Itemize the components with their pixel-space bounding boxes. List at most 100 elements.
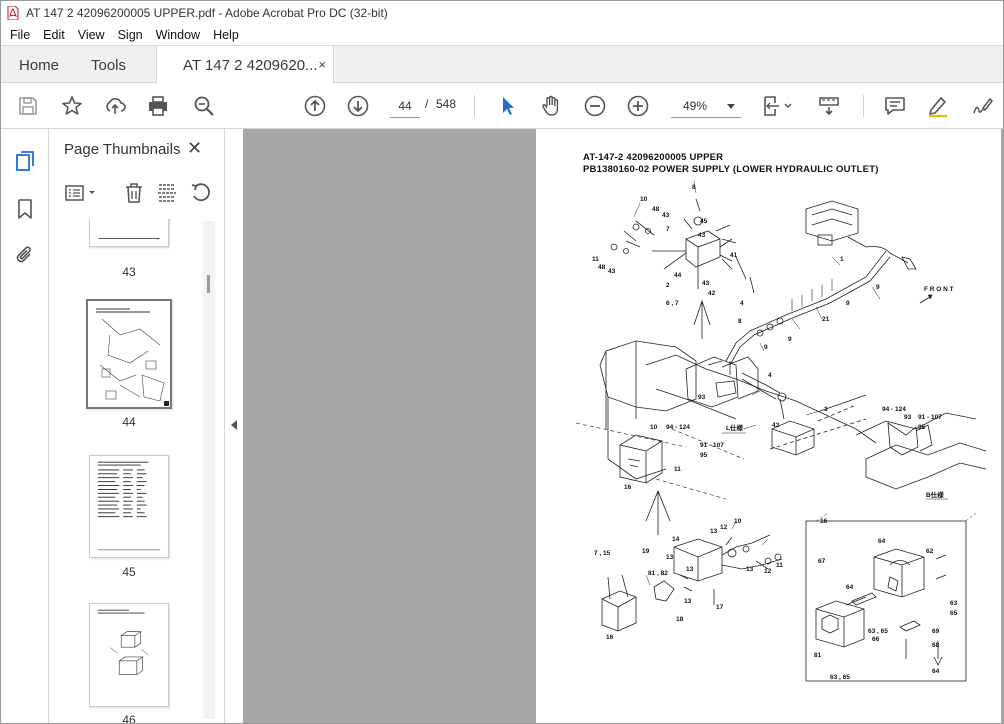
- thumbnail-page-46[interactable]: [89, 603, 169, 707]
- callout: 9: [788, 336, 792, 343]
- callout: 94 - 124: [666, 424, 690, 431]
- zoom-in-icon[interactable]: [625, 93, 651, 119]
- menu-view[interactable]: View: [78, 28, 105, 42]
- panel-title: Page Thumbnails: [64, 141, 181, 158]
- callout: 4: [740, 300, 744, 307]
- callout: 11: [776, 562, 783, 569]
- print-icon[interactable]: [145, 93, 171, 119]
- callout: 43: [772, 422, 780, 429]
- menu-help[interactable]: Help: [213, 28, 239, 42]
- thumbnail-scrollbar[interactable]: [203, 221, 215, 719]
- menu-window[interactable]: Window: [156, 28, 200, 42]
- attachments-icon[interactable]: [13, 243, 37, 267]
- callout: 4: [768, 372, 772, 379]
- main-toolbar: 44 / 548 49%: [1, 83, 1003, 129]
- callout: 64: [878, 538, 886, 545]
- zoom-level-value: 49%: [683, 99, 708, 113]
- callout: 42: [708, 290, 716, 297]
- callout: 81: [814, 652, 822, 659]
- tab-bar: Home Tools AT 147 2 4209620... ×: [1, 45, 1003, 84]
- page-number-input[interactable]: 44: [390, 94, 420, 118]
- save-icon[interactable]: [15, 93, 41, 119]
- page-separator: /: [425, 97, 429, 111]
- callout: 45: [700, 218, 708, 225]
- delete-page-icon[interactable]: [122, 181, 146, 205]
- callout: 95: [700, 452, 708, 459]
- callout: 12: [720, 524, 728, 531]
- callout: 62: [926, 548, 934, 555]
- spec-label-b: B仕様: [926, 490, 944, 499]
- callout: 13: [686, 566, 694, 573]
- callout: 93: [904, 414, 912, 421]
- callout: 91 - 107: [700, 442, 724, 449]
- page-up-icon[interactable]: [302, 93, 328, 119]
- callout: 12: [764, 568, 772, 575]
- callout: 13: [710, 528, 718, 535]
- acrobat-pdf-icon: [7, 5, 19, 21]
- highlight-pen-icon[interactable]: [925, 93, 951, 119]
- callout: 19: [642, 548, 650, 555]
- callout: 68: [932, 642, 940, 649]
- select-cursor-icon[interactable]: [495, 93, 521, 119]
- tab-tools[interactable]: Tools: [91, 46, 126, 84]
- page-down-icon[interactable]: [345, 93, 371, 119]
- callout: 13: [684, 598, 692, 605]
- thumbnail-options-icon[interactable]: [63, 181, 99, 205]
- callout: 43: [608, 268, 616, 275]
- scrollbar-thumb[interactable]: [207, 275, 210, 293]
- callout: 7 , 15: [594, 550, 611, 557]
- callout: 9: [876, 284, 880, 291]
- hand-icon[interactable]: [538, 93, 564, 119]
- tab-close-icon[interactable]: ×: [318, 57, 326, 72]
- menu-file[interactable]: File: [10, 28, 30, 42]
- callout: 8: [738, 318, 742, 325]
- callout: 1: [840, 256, 844, 263]
- callout: 63: [950, 600, 958, 607]
- zoom-out-icon[interactable]: [582, 93, 608, 119]
- rotate-page-icon[interactable]: [189, 181, 213, 205]
- total-pages: 548: [436, 97, 457, 111]
- menu-sign[interactable]: Sign: [118, 28, 143, 42]
- callout: 7: [666, 226, 670, 233]
- tab-document[interactable]: AT 147 2 4209620... ×: [156, 46, 334, 84]
- callout: 21: [822, 316, 830, 323]
- thumbnail-label: 44: [122, 415, 136, 429]
- thumbnail-page-45[interactable]: [89, 455, 169, 558]
- bookmark-star-icon[interactable]: [59, 93, 85, 119]
- menu-edit[interactable]: Edit: [43, 28, 65, 42]
- parts-diagram: 10 48 43 7 8 45 43 11 48 43 41 44 43 2 4…: [575, 180, 987, 682]
- tab-home[interactable]: Home: [19, 46, 59, 84]
- fit-page-icon[interactable]: [761, 93, 795, 119]
- callout: 64: [932, 668, 940, 675]
- search-zoom-icon[interactable]: [191, 93, 217, 119]
- acrobat-window: AT 147 2 42096200005 UPPER.pdf - Adobe A…: [0, 0, 1004, 724]
- collapse-panel-icon[interactable]: [231, 420, 237, 430]
- callout: 11: [674, 466, 681, 473]
- sign-icon[interactable]: [969, 93, 995, 119]
- window-title: AT 147 2 42096200005 UPPER.pdf - Adobe A…: [26, 6, 388, 20]
- zoom-level-select[interactable]: 49%: [671, 94, 741, 118]
- callout: 41: [730, 252, 738, 259]
- callout: 64: [846, 584, 854, 591]
- page-thumbnails-panel: Page Thumbnails ✕ 43 44 45 46: [49, 129, 224, 723]
- bookmarks-icon[interactable]: [13, 197, 37, 221]
- callout: 43: [662, 212, 670, 219]
- callout: 10: [650, 424, 658, 431]
- callout: 17: [716, 604, 724, 611]
- thumbnail-page-44[interactable]: [86, 299, 172, 409]
- page-thumbnails-icon[interactable]: [13, 149, 37, 173]
- comment-icon[interactable]: [882, 93, 908, 119]
- callout: 48: [598, 264, 606, 271]
- callout: 10: [734, 518, 742, 525]
- callout: 9: [764, 344, 768, 351]
- left-icon-rail: [1, 129, 49, 723]
- share-upload-icon[interactable]: [102, 93, 128, 119]
- extract-page-icon[interactable]: [155, 181, 179, 205]
- scroll-mode-icon[interactable]: [816, 93, 842, 119]
- toolbar-divider: [474, 95, 475, 117]
- panel-splitter[interactable]: [224, 129, 243, 723]
- document-viewer[interactable]: AT-147-2 42096200005 UPPER PB1380160-02 …: [243, 129, 1003, 723]
- thumbnail-page-43[interactable]: [89, 219, 169, 247]
- callout: 10: [640, 196, 648, 203]
- close-icon[interactable]: ✕: [187, 138, 202, 159]
